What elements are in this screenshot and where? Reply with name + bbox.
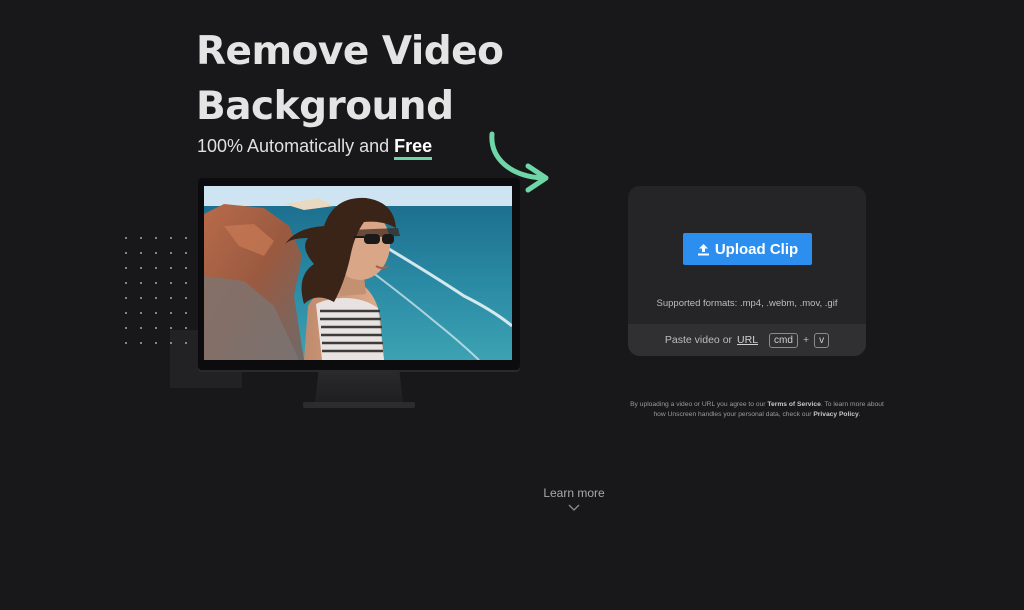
key-cmd: cmd bbox=[769, 332, 798, 348]
upload-card[interactable]: Upload Clip Supported formats: .mp4, .we… bbox=[628, 186, 866, 356]
paste-video-bar[interactable]: Paste video or URL cmd + v bbox=[628, 324, 866, 356]
chevron-down-icon bbox=[568, 504, 580, 511]
demo-video-image bbox=[204, 186, 512, 360]
learn-more-link[interactable]: Learn more bbox=[522, 486, 626, 511]
upload-clip-label: Upload Clip bbox=[714, 240, 799, 258]
upload-clip-button[interactable]: Upload Clip bbox=[683, 233, 812, 265]
monitor-preview bbox=[198, 178, 520, 370]
terms-of-service-link[interactable]: Terms of Service bbox=[767, 401, 820, 408]
privacy-policy-link[interactable]: Privacy Policy bbox=[813, 411, 858, 418]
upload-icon bbox=[697, 243, 709, 255]
hero-subtitle: 100% Automatically and Free bbox=[197, 136, 433, 160]
subtitle-text: 100% Automatically and bbox=[197, 136, 390, 156]
landing-page: Remove Video Background 100% Automatical… bbox=[0, 0, 1024, 610]
monitor-stand bbox=[315, 372, 403, 402]
key-plus: + bbox=[802, 334, 810, 346]
learn-more-label: Learn more bbox=[543, 486, 605, 500]
paste-url-link[interactable]: URL bbox=[737, 334, 758, 346]
decorative-dot-grid bbox=[125, 237, 188, 344]
monitor-base bbox=[303, 402, 415, 408]
paste-label: Paste video or bbox=[664, 334, 733, 346]
subtitle-free-highlight: Free bbox=[394, 136, 433, 160]
hero-title-line-2: Background bbox=[196, 84, 454, 129]
legal-text-3: . bbox=[858, 411, 861, 418]
supported-formats: Supported formats: .mp4, .webm, .mov, .g… bbox=[656, 298, 838, 309]
hero-title: Remove Video Background bbox=[196, 24, 504, 134]
demo-video-preview bbox=[204, 186, 512, 360]
key-v: v bbox=[814, 332, 830, 348]
hero-title-line-1: Remove Video bbox=[196, 29, 504, 74]
legal-text-1: By uploading a video or URL you agree to… bbox=[630, 401, 766, 408]
legal-notice: By uploading a video or URL you agree to… bbox=[624, 400, 890, 420]
